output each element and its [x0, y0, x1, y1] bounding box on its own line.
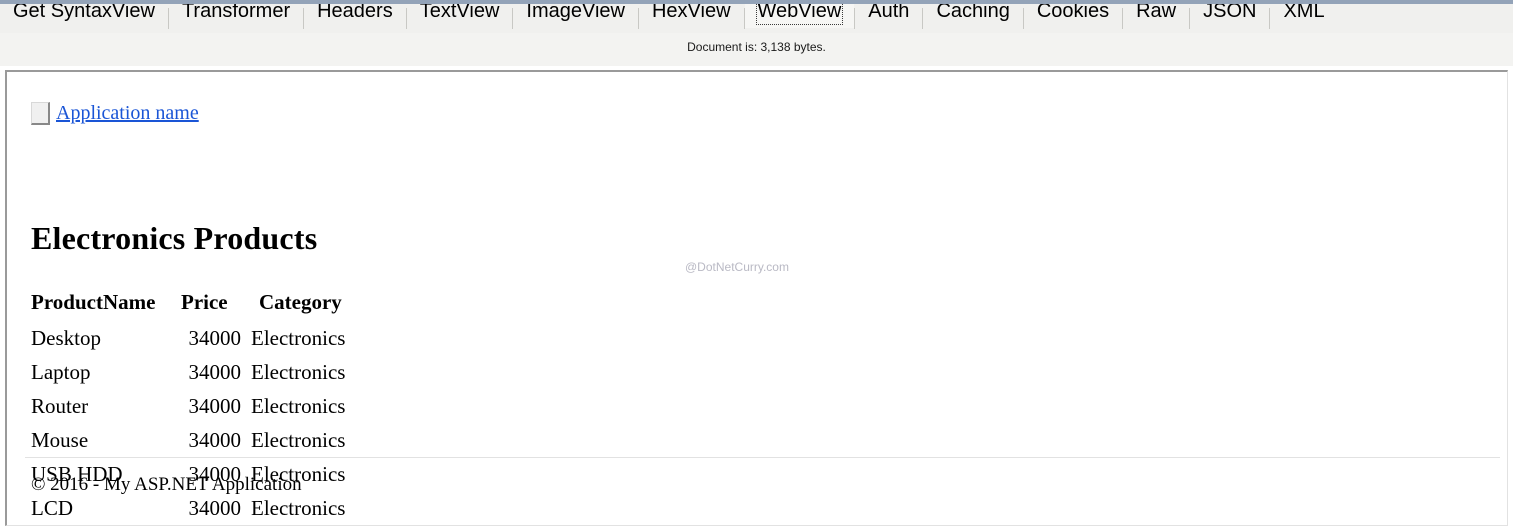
rendered-web-page: Application name Electronics Products Pr…: [7, 72, 1507, 525]
tab-label: XML: [1283, 4, 1325, 22]
tab-json[interactable]: JSON: [1190, 4, 1269, 28]
tab-label: Caching: [936, 4, 1010, 22]
cell-category: Electronics: [251, 428, 346, 452]
column-header-productname: ProductName: [31, 290, 156, 314]
footer-copyright: © 2016 - My ASP.NET Application: [31, 474, 302, 495]
tab-transformer[interactable]: Transformer: [169, 4, 303, 28]
tab-xml[interactable]: XML: [1270, 4, 1337, 28]
broken-image-icon: [31, 102, 50, 125]
column-header-category: Category: [259, 290, 342, 314]
cell-category: Electronics: [251, 394, 346, 418]
tab-hexview[interactable]: HexView: [639, 4, 744, 28]
inspector-tab-strip[interactable]: Get SyntaxView Transformer Headers TextView…: [0, 4, 1513, 33]
cell-price: 34000: [188, 394, 242, 418]
page-title: Electronics Products: [31, 220, 318, 256]
cell-price: 34000: [188, 496, 242, 520]
fiddler-inspector-window: Get SyntaxView Transformer Headers TextView…: [0, 0, 1513, 531]
cell-productname: LCD: [31, 496, 73, 520]
cell-productname: Router: [31, 394, 89, 418]
tab-auth[interactable]: Auth: [855, 4, 922, 28]
application-name-link[interactable]: Application name: [56, 102, 199, 125]
cell-productname: Mouse: [31, 428, 89, 452]
tab-label: Transformer: [181, 4, 291, 22]
tab-label: Get SyntaxView: [13, 4, 155, 22]
tab-webview[interactable]: WebView: [744, 4, 855, 28]
footer-divider: [25, 457, 1500, 458]
cell-productname: Desktop: [31, 326, 101, 350]
cell-price: 34000: [188, 326, 242, 350]
tab-label: TextView: [419, 4, 500, 22]
table-header-row: ProductName Price Category: [31, 290, 345, 322]
cell-productname: Laptop: [31, 360, 91, 384]
tab-headers[interactable]: Headers: [304, 4, 406, 28]
tab-textview[interactable]: TextView: [407, 4, 513, 28]
tab-label: Raw: [1136, 4, 1177, 22]
tab-caching[interactable]: Caching: [923, 4, 1022, 28]
cell-category: Electronics: [251, 496, 346, 520]
column-header-price: Price: [181, 290, 228, 314]
tab-label: WebView: [755, 4, 844, 25]
tab-label: ImageView: [526, 4, 625, 22]
tab-label: Auth: [868, 4, 910, 22]
tab-label: HexView: [651, 4, 731, 22]
tab-cookies[interactable]: Cookies: [1024, 4, 1122, 28]
document-size-status: Document is: 3,138 bytes.: [687, 40, 826, 54]
cell-price: 34000: [188, 360, 242, 384]
table-row: Router 34000 Electronics: [31, 390, 345, 424]
tab-label: Cookies: [1036, 4, 1110, 22]
tab-label: Headers: [317, 4, 393, 22]
table-row: Laptop 34000 Electronics: [31, 356, 345, 390]
table-row: LCD 34000 Electronics: [31, 492, 346, 525]
tab-imageview[interactable]: ImageView: [513, 4, 638, 28]
navbar-brand-row: Application name: [31, 102, 199, 125]
table-row: Desktop 34000 Electronics: [31, 322, 345, 356]
cell-price: 34000: [188, 428, 242, 452]
webview-render-panel: Application name Electronics Products Pr…: [5, 70, 1508, 526]
tab-get-syntaxview[interactable]: Get SyntaxView: [0, 4, 168, 28]
cell-category: Electronics: [251, 326, 346, 350]
table-row: Mouse 34000 Electronics: [31, 424, 345, 458]
tab-label: JSON: [1203, 4, 1257, 22]
site-watermark: @DotNetCurry.com: [685, 260, 789, 274]
tab-raw[interactable]: Raw: [1123, 4, 1189, 28]
cell-category: Electronics: [251, 360, 346, 384]
